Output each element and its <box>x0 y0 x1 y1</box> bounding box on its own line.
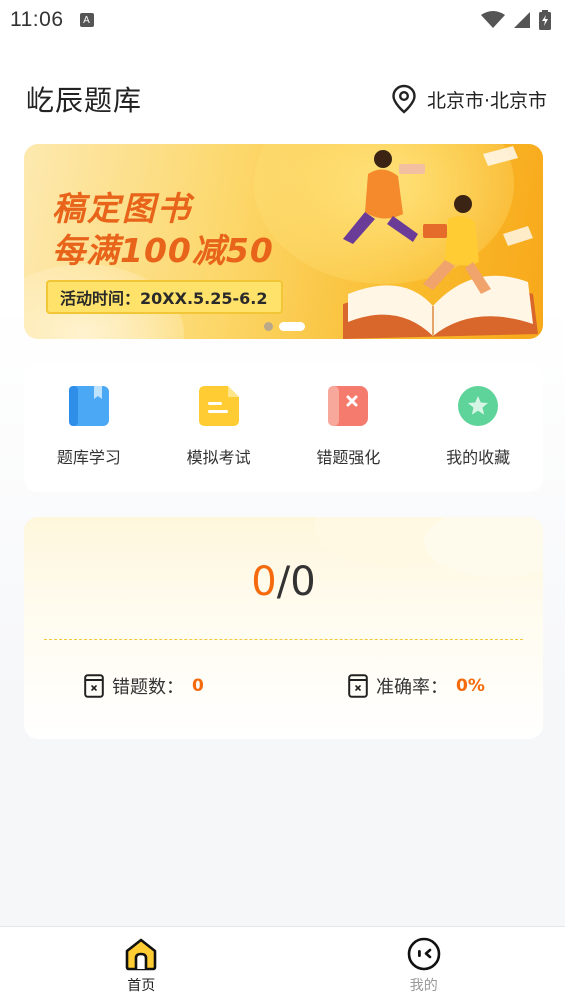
location-pin-icon <box>392 84 416 114</box>
stats-card: 0/0 错题数： 0 准确率： 0% <box>24 517 543 739</box>
location-selector[interactable]: 北京市·北京市 <box>391 84 547 114</box>
promo-banner[interactable]: 稿定图书 每满100减50 活动时间：20XX.5.25-6.2 <box>24 144 543 339</box>
banner-subheadline: 每满100减50 <box>52 231 274 270</box>
banner-dot-active[interactable] <box>279 322 305 331</box>
menu-label: 错题强化 <box>316 448 381 467</box>
exam-icon <box>197 384 241 428</box>
wrong-count-stat: 错题数： 0 <box>84 673 204 699</box>
total-count: 0 <box>290 559 316 605</box>
wrong-count-label: 错题数： <box>112 677 184 698</box>
status-right <box>481 10 551 30</box>
menu-label: 我的收藏 <box>446 448 511 467</box>
menu-label: 题库学习 <box>56 448 121 467</box>
home-icon <box>125 938 157 970</box>
banner-illustration <box>343 146 538 339</box>
accuracy-stat: 准确率： 0% <box>348 673 485 699</box>
banner-headline: 稿定图书 <box>52 189 192 228</box>
accuracy-value: 0% <box>456 676 485 696</box>
nav-label-profile: 我的 <box>409 977 438 994</box>
score-separator: / <box>276 559 291 605</box>
wrong-count-value: 0 <box>192 676 204 696</box>
nav-item-home[interactable]: 首页 <box>71 937 211 995</box>
star-icon <box>456 384 500 428</box>
nav-item-profile[interactable]: 我的 <box>354 937 494 995</box>
status-left: 11:06 A <box>10 8 94 32</box>
wrong-count-icon <box>84 674 104 698</box>
book-icon <box>67 384 111 428</box>
app-title: 屹辰题库 <box>26 84 143 117</box>
correct-count: 0 <box>251 559 277 605</box>
menu-item-question-bank[interactable]: 题库学习 <box>29 384 149 468</box>
menu-item-error-review[interactable]: 错题强化 <box>288 384 408 468</box>
banner-event-date: 活动时间：20XX.5.25-6.2 <box>46 280 284 314</box>
menu-item-favorites[interactable]: 我的收藏 <box>418 384 538 468</box>
wrong-book-icon <box>326 384 370 428</box>
profile-icon <box>407 937 441 970</box>
score-display: 0/0 <box>24 559 543 605</box>
banner-dot[interactable] <box>264 322 273 331</box>
bottom-nav: 首页 我的 <box>0 926 565 1004</box>
signal-icon <box>514 12 530 28</box>
feature-menu: 题库学习 模拟考试 错题强化 我的收藏 <box>24 362 543 492</box>
notification-a-icon: A <box>79 13 94 27</box>
status-bar: 11:06 A <box>0 0 565 40</box>
banner-pagination <box>264 322 305 331</box>
nav-label-home: 首页 <box>127 977 156 994</box>
wifi-icon <box>481 11 505 28</box>
header: 屹辰题库 北京市·北京市 <box>0 76 565 122</box>
stats-divider <box>44 639 523 640</box>
menu-label: 模拟考试 <box>186 448 251 467</box>
menu-item-mock-exam[interactable]: 模拟考试 <box>159 384 279 468</box>
battery-icon <box>539 10 551 30</box>
accuracy-icon <box>348 674 368 698</box>
status-time: 11:06 <box>10 8 64 31</box>
location-text: 北京市·北京市 <box>426 89 547 112</box>
accuracy-label: 准确率： <box>376 677 448 698</box>
